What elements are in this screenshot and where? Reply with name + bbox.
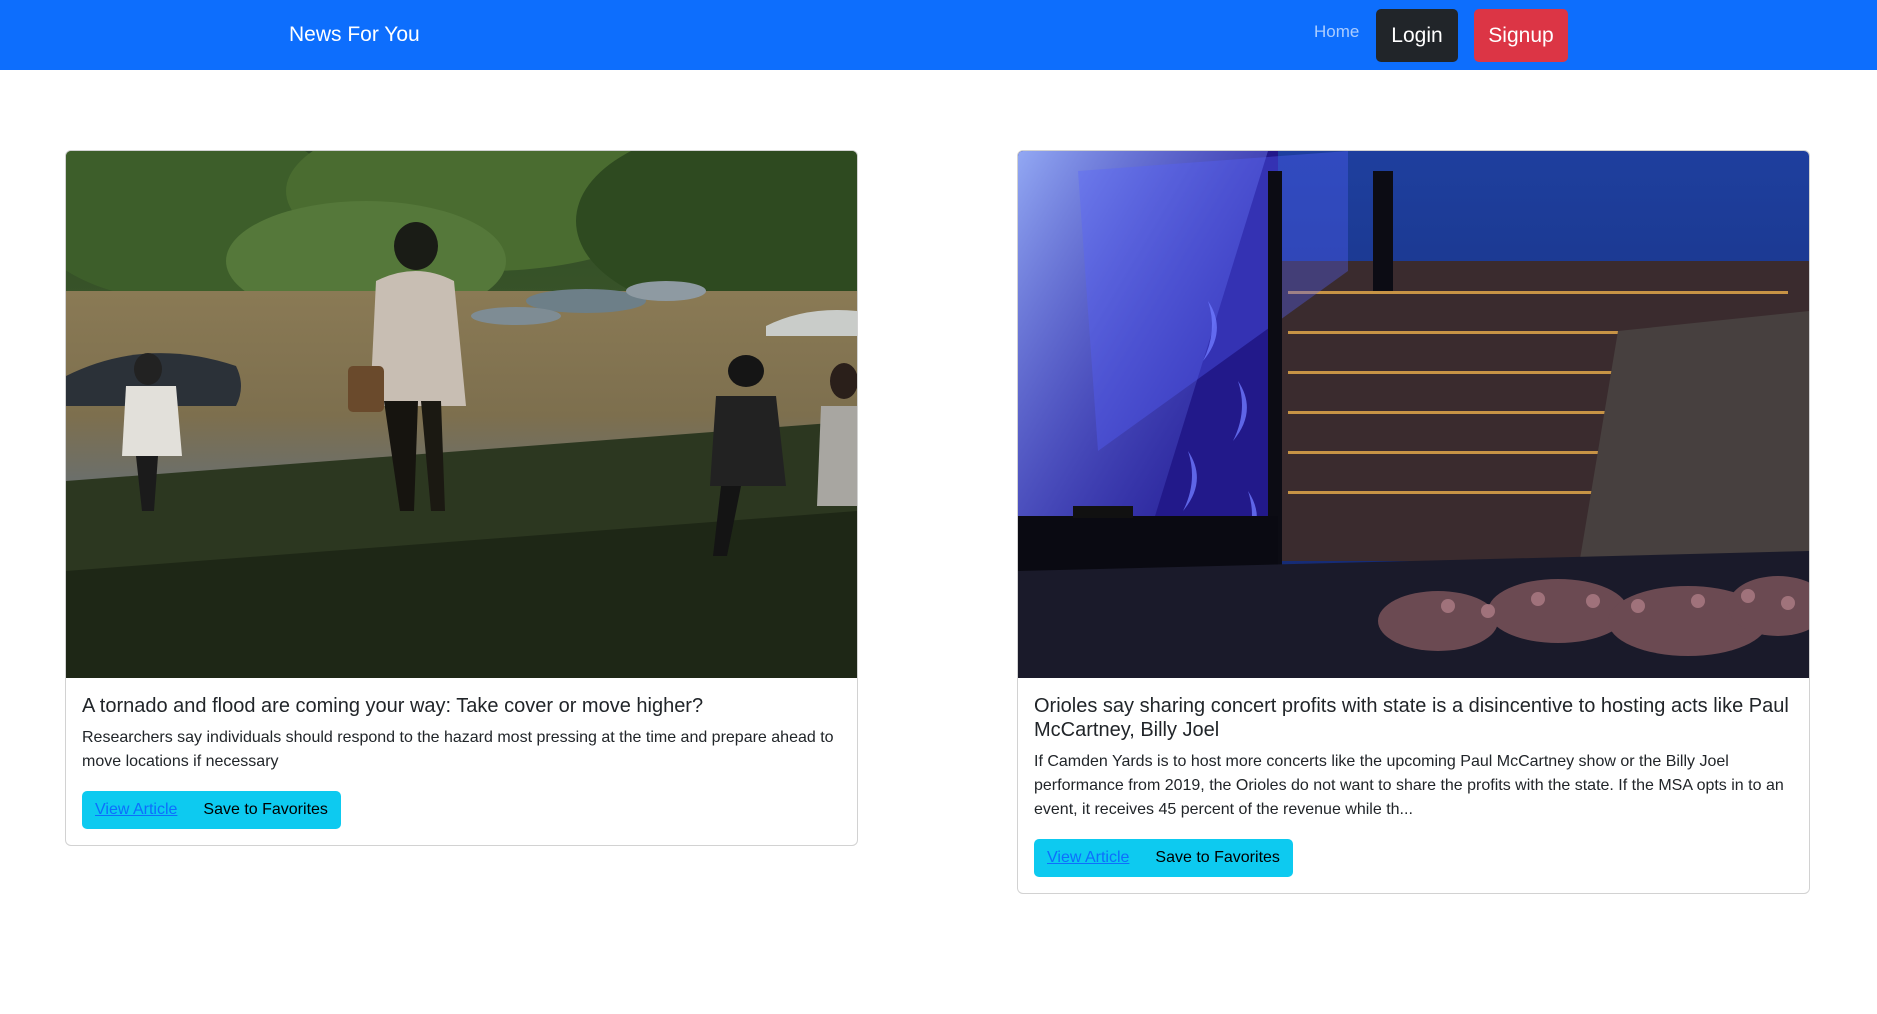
signup-button[interactable]: Signup xyxy=(1474,9,1568,62)
nav-home-link[interactable]: Home xyxy=(1314,21,1359,43)
article-title: A tornado and flood are coming your way:… xyxy=(82,695,704,717)
article-card: A tornado and flood are coming your way:… xyxy=(65,150,858,846)
login-button[interactable]: Login xyxy=(1376,9,1458,62)
article-actions: View Article Save to Favorites xyxy=(1034,839,1293,877)
article-card-body: A tornado and flood are coming your way:… xyxy=(82,694,841,774)
brand-link[interactable]: News For You xyxy=(289,22,420,48)
article-image-concert xyxy=(1018,151,1809,678)
article-card: Orioles say sharing concert profits with… xyxy=(1017,150,1810,894)
article-title: Orioles say sharing concert profits with… xyxy=(1034,695,1789,741)
top-navbar: News For You Home Login Signup xyxy=(0,0,1877,70)
save-to-favorites-button[interactable]: Save to Favorites xyxy=(1142,839,1293,877)
article-description: Researchers say individuals should respo… xyxy=(82,729,834,770)
article-card-body: Orioles say sharing concert profits with… xyxy=(1034,694,1793,822)
article-description: If Camden Yards is to host more concerts… xyxy=(1034,753,1784,818)
save-to-favorites-button[interactable]: Save to Favorites xyxy=(190,791,341,829)
view-article-button[interactable]: View Article xyxy=(1034,839,1143,877)
article-image-flood xyxy=(66,151,857,678)
article-actions: View Article Save to Favorites xyxy=(82,791,341,829)
view-article-button[interactable]: View Article xyxy=(82,791,191,829)
